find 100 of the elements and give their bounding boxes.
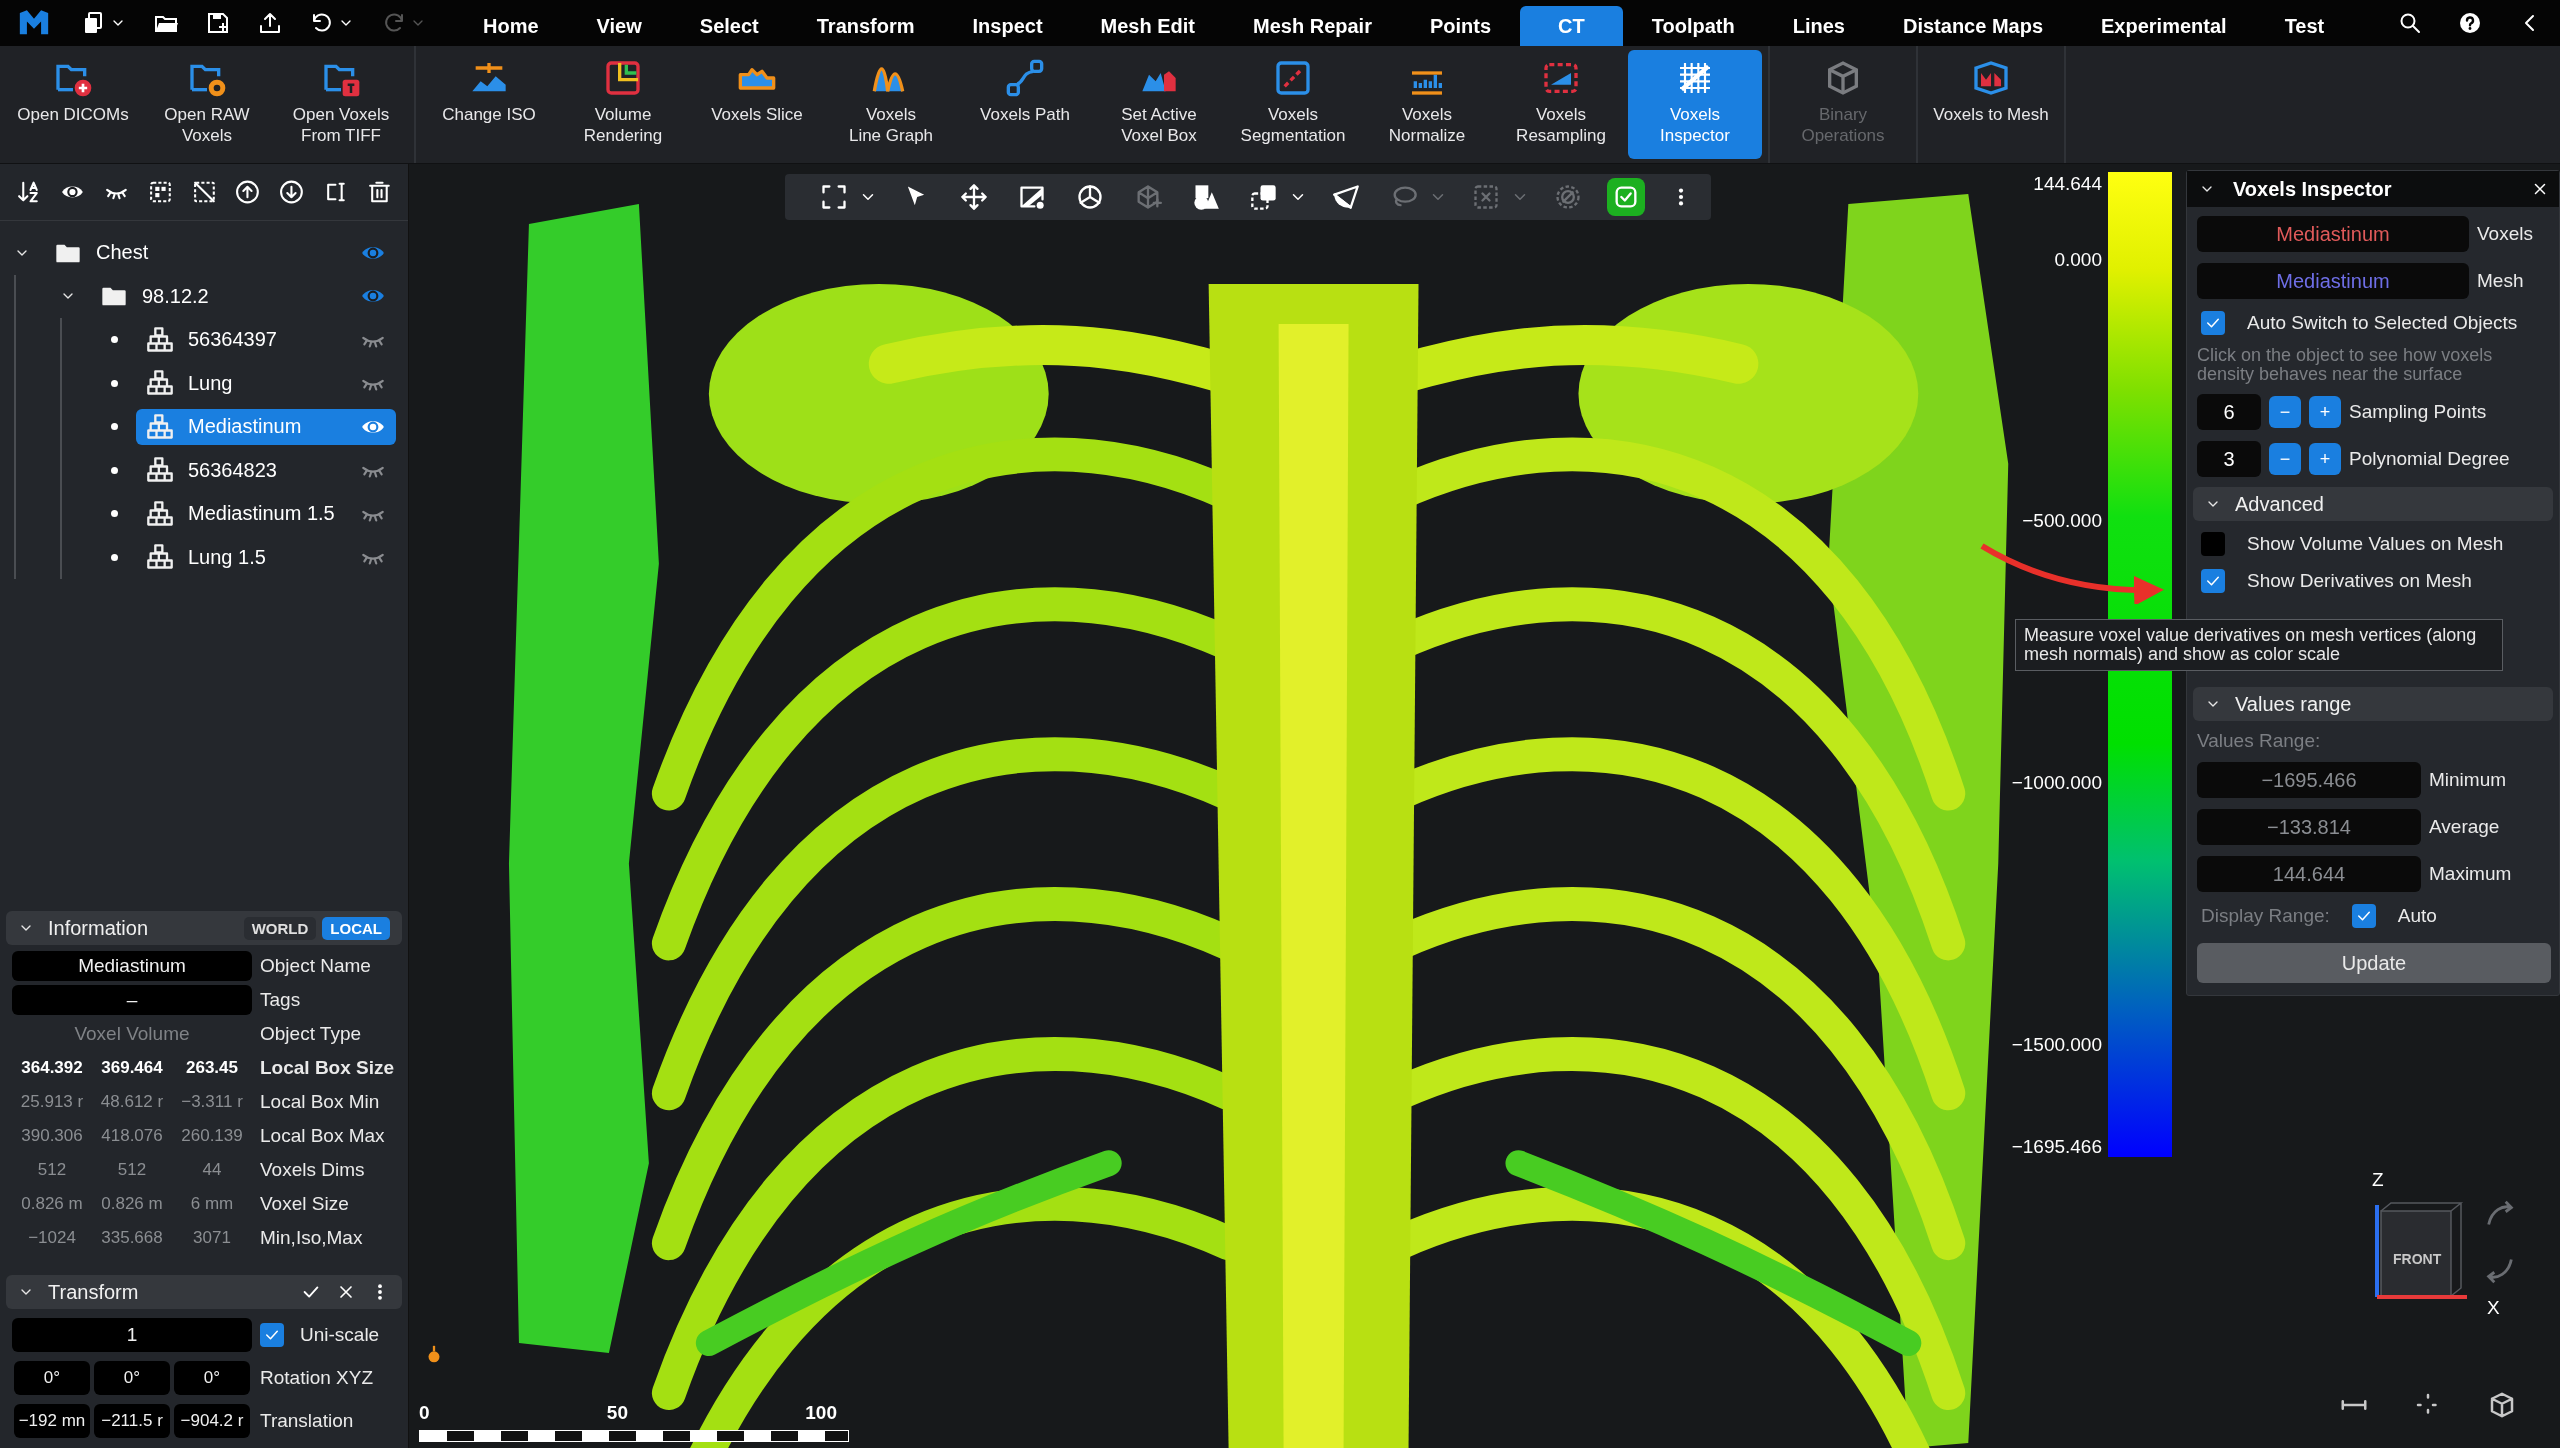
help-icon[interactable]	[2458, 11, 2482, 35]
check-icon[interactable]	[1607, 178, 1645, 216]
cubes-icon	[146, 412, 174, 441]
menu-tab[interactable]: Inspect	[943, 6, 1072, 46]
mode-toggle[interactable]: LOCAL	[322, 916, 390, 940]
tree-item[interactable]: 56364823	[136, 452, 396, 489]
save-icon[interactable]	[206, 11, 230, 35]
checkbox-label: Uni-scale	[300, 1323, 380, 1346]
number-field[interactable]: 6	[2197, 394, 2261, 430]
section-header[interactable]: Information WORLD LOCAL	[6, 911, 402, 945]
minus-button[interactable]: −	[2269, 443, 2301, 475]
panel-title: Voxels Inspector	[2233, 177, 2392, 201]
tree-item[interactable]: 56364397	[136, 321, 396, 358]
value-field[interactable]: 0°	[14, 1360, 90, 1395]
section-title: Values range	[2235, 692, 2352, 716]
value-field[interactable]: −211.5 r	[94, 1403, 170, 1438]
tree-item[interactable]: Mediastinum 1.5	[136, 495, 396, 532]
value-field[interactable]: −904.2 r	[174, 1403, 250, 1438]
cubes-icon	[146, 369, 174, 398]
sort-icon[interactable]	[16, 179, 41, 205]
checkbox[interactable]	[2201, 569, 2225, 593]
checkbox[interactable]	[260, 1322, 284, 1347]
cube-icon	[1971, 58, 2011, 98]
menu-tab[interactable]: Points	[1400, 6, 1521, 46]
value-field[interactable]: 0°	[174, 1360, 250, 1395]
menu-tab[interactable]: Mesh Edit	[1071, 6, 1225, 46]
ribbon-button[interactable]: Voxels Normalize	[1360, 50, 1494, 159]
axis-label: Z	[2372, 1169, 2384, 1191]
update-button[interactable]: Update	[2197, 943, 2551, 983]
value-text: 512	[116, 1160, 148, 1180]
value-field[interactable]: −1695.466	[2197, 762, 2421, 798]
value-text: 25.913 r	[19, 1092, 85, 1112]
menu-tab[interactable]: View	[567, 6, 671, 46]
checkbox[interactable]	[2201, 311, 2225, 335]
number-field[interactable]: 3	[2197, 441, 2261, 477]
ribbon-button[interactable]: Open RAW Voxels	[140, 50, 274, 159]
menu-tab[interactable]: Toolpath	[1622, 6, 1764, 46]
ribbon-button[interactable]: Open Voxels From TIFF	[274, 50, 408, 159]
menu-tab[interactable]: Lines	[1763, 6, 1874, 46]
section-header[interactable]: Values range	[2193, 687, 2553, 721]
ribbon-button[interactable]: Volume Rendering	[556, 50, 690, 159]
field-label: Local Box Max	[260, 1125, 386, 1147]
menu-tab[interactable]: Distance Maps	[1873, 6, 2073, 46]
menu-tab[interactable]: Transform	[787, 6, 944, 46]
ribbon-button[interactable]: Open DICOMs	[6, 50, 140, 159]
value-field[interactable]: −192 mn	[14, 1403, 90, 1438]
minus-button[interactable]: −	[2269, 396, 2301, 428]
menu-tab[interactable]: Home	[454, 6, 568, 46]
ribbon-button[interactable]: Voxels Line Graph	[824, 50, 958, 159]
menu-tab[interactable]: Test	[2255, 6, 2354, 46]
menu-tab[interactable]: Mesh Repair	[1224, 6, 1401, 46]
ribbon-button[interactable]: Voxels Path	[958, 50, 1092, 159]
tree-item[interactable]: Mediastinum	[136, 408, 396, 445]
field-label: Polynomial Degree	[2349, 448, 2510, 470]
menu-tab[interactable]: CT	[1520, 6, 1623, 46]
checkbox-label: Auto Switch to Selected Objects	[2247, 312, 2518, 334]
arrow-down-icon[interactable]	[279, 179, 305, 205]
ribbon-button[interactable]: Voxels Resampling	[1494, 50, 1628, 159]
redo-icon[interactable]	[382, 11, 406, 35]
menu-tab[interactable]: Experimental	[2072, 6, 2256, 46]
value-field[interactable]: 0°	[94, 1360, 170, 1395]
arrow-up-icon[interactable]	[235, 179, 261, 205]
checkbox[interactable]	[2201, 532, 2225, 556]
plus-button[interactable]: +	[2309, 396, 2341, 428]
deselect-icon[interactable]	[191, 179, 217, 205]
tree-item[interactable]: 98.12.2	[90, 278, 396, 315]
tree-item[interactable]: Chest	[44, 234, 396, 271]
ribbon-button[interactable]: Voxels Inspector	[1628, 50, 1762, 159]
value-text: 512	[36, 1160, 68, 1180]
ribbon-button[interactable]: Voxels to Mesh	[1924, 50, 2058, 159]
ribbon-button[interactable]: Voxels Segmentation	[1226, 50, 1360, 159]
value-field[interactable]: –	[12, 985, 252, 1015]
scale-field[interactable]: 1	[12, 1317, 252, 1352]
ribbon-button[interactable]: Set Active Voxel Box	[1092, 50, 1226, 159]
search-icon[interactable]	[2398, 11, 2422, 35]
section-header[interactable]: Transform	[6, 1275, 402, 1309]
field-label: Local Box Min	[260, 1091, 381, 1113]
checkbox[interactable]	[2351, 904, 2376, 928]
value-field[interactable]: −133.814	[2197, 809, 2421, 845]
tree-item[interactable]: Lung 1.5	[136, 539, 396, 576]
select-all-icon[interactable]	[147, 179, 173, 205]
trash-icon[interactable]	[367, 179, 392, 205]
value-text: 364.392	[20, 1058, 84, 1078]
plus-button[interactable]: +	[2309, 443, 2341, 475]
mode-toggle[interactable]: WORLD	[243, 916, 317, 940]
value-field[interactable]: Mediastinum	[12, 951, 252, 981]
menu-tab[interactable]: Select	[670, 6, 788, 46]
section-header[interactable]: Advanced	[2193, 487, 2553, 521]
undo-icon[interactable]	[310, 11, 334, 35]
source-name: Mediastinum	[2276, 223, 2390, 245]
value-text: 418.076	[100, 1126, 164, 1146]
ribbon-button[interactable]: Voxels Slice	[690, 50, 824, 159]
checkbox-label: Auto	[2397, 905, 2437, 927]
upload-icon[interactable]	[258, 11, 282, 35]
view-cube-face[interactable]: FRONT	[2393, 1251, 2442, 1267]
value-field[interactable]: 144.644	[2197, 856, 2421, 892]
source-field[interactable]: Mediastinum	[2197, 216, 2469, 252]
tree-item[interactable]: Lung	[136, 365, 396, 402]
source-field[interactable]: Mediastinum	[2197, 263, 2469, 299]
ribbon-button[interactable]: Change ISO	[422, 50, 556, 159]
